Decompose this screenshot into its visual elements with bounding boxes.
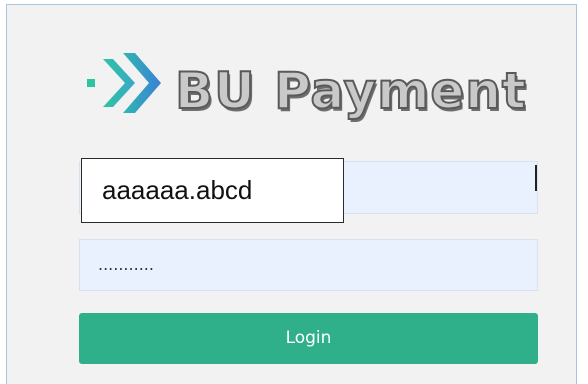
username-input[interactable]: aaaaaa.abcd (81, 158, 344, 223)
brand-logo: BU Payment (79, 45, 539, 125)
double-chevron-arrow-icon (87, 53, 161, 113)
login-window: BU Payment aaaaaa.abcd ........... Login (6, 4, 577, 384)
login-button[interactable]: Login (79, 313, 538, 364)
password-input[interactable]: ........... (79, 239, 538, 291)
brand-name: BU Payment (174, 61, 527, 121)
text-caret (535, 165, 537, 191)
